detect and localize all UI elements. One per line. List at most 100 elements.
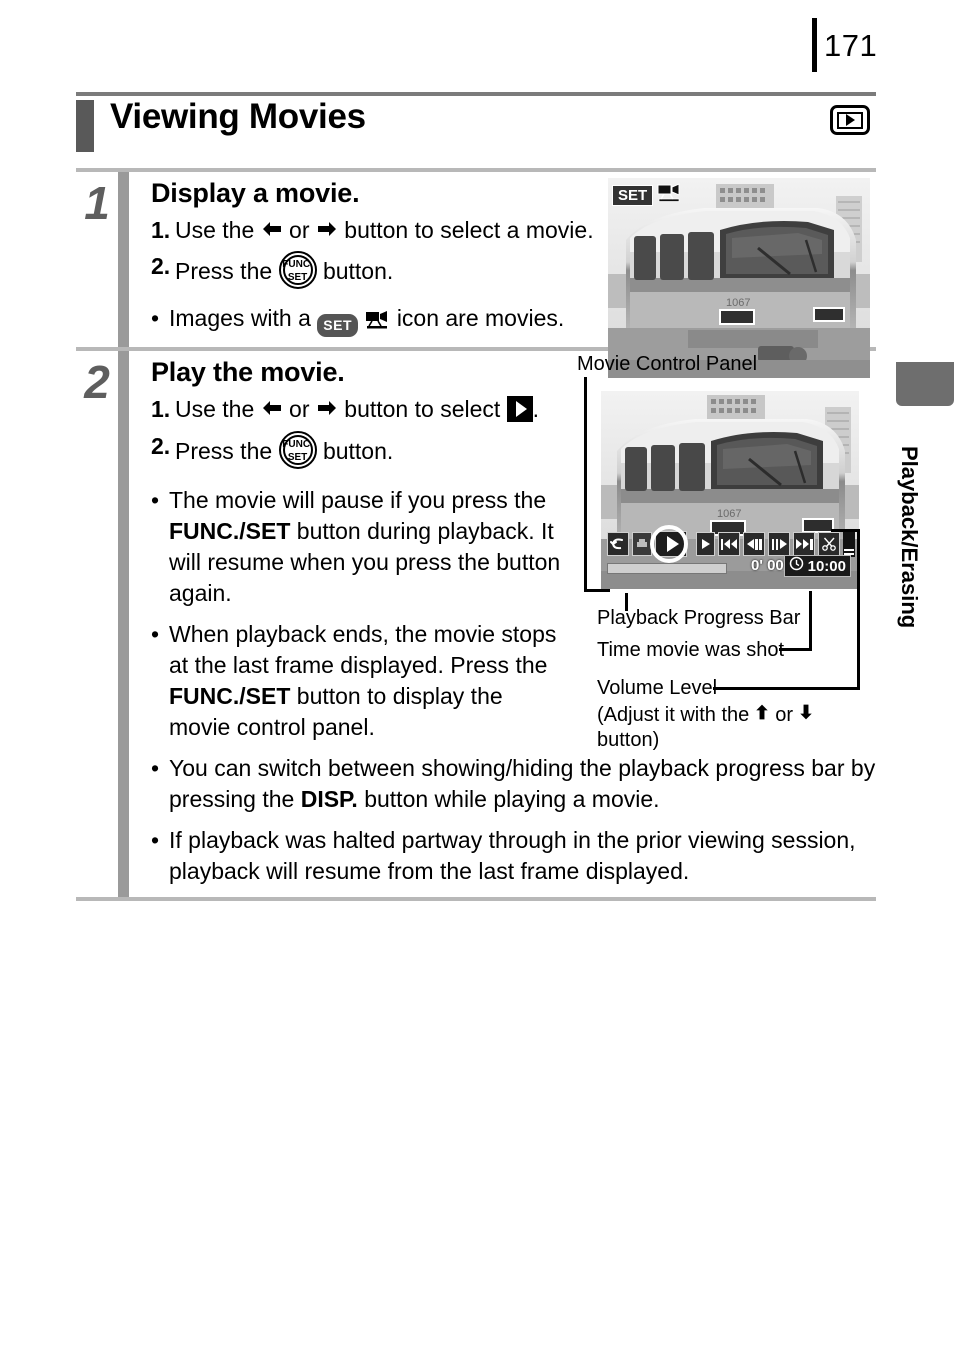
- last-frame-icon[interactable]: [793, 532, 816, 557]
- step-1-instruction-1-number: 1.: [151, 217, 171, 243]
- step-1-instruction-2-text: Press the FUNC. SET button.: [175, 251, 607, 290]
- step-2-bullet-2-bold: FUNC./SET: [169, 682, 291, 709]
- step-2-instruction-1-text: Use the or button to select .: [175, 394, 575, 424]
- figure-caption-movie-control-panel: Movie Control Panel: [577, 353, 758, 376]
- bullet-dot: •: [151, 486, 160, 513]
- step-2-instruction-1-mid: or: [289, 396, 310, 423]
- step-2-instruction-1-post: button to select: [344, 396, 501, 423]
- step-1-instruction-1-pre: Use the: [175, 217, 255, 243]
- leader-line-control-panel: [584, 377, 587, 593]
- first-frame-icon[interactable]: [718, 532, 741, 557]
- bullet-dot: •: [151, 620, 160, 647]
- leader-line-time-shot: [809, 591, 812, 652]
- set-badge-icon: SET: [612, 185, 654, 206]
- exit-icon[interactable]: [607, 532, 630, 557]
- func-set-bottom-label: SET: [287, 272, 308, 284]
- print-icon[interactable]: [632, 532, 653, 557]
- leader-line-control-panel-h: [584, 589, 610, 593]
- step-1-bullet-1-post: icon are movies.: [396, 305, 565, 332]
- set-badge-icon: SET: [317, 314, 359, 338]
- step-2-bullet-4-text: If playback was halted partway through i…: [169, 827, 856, 885]
- step-1-instruction-2-number: 2.: [151, 253, 171, 280]
- bullet-dot: •: [151, 754, 160, 781]
- step-2-bullet-1-bold: FUNC./SET: [169, 517, 291, 544]
- section-heading: Viewing Movies: [76, 97, 876, 154]
- playback-progress-bar[interactable]: [607, 563, 727, 575]
- play-triangle-icon: [845, 114, 855, 126]
- func-set-top-label: FUNC.: [282, 259, 313, 271]
- step-1-number: 1: [84, 177, 110, 229]
- svg-text:1067: 1067: [717, 508, 741, 520]
- step-2-instruction-2-post: button.: [322, 437, 394, 464]
- down-arrow-icon: [797, 703, 815, 727]
- control-panel-screenshot: 1067 0' 00" 10:00: [601, 391, 859, 590]
- callout-time-movie-was-shot: Time movie was shot: [597, 639, 785, 662]
- svg-text:1067: 1067: [726, 297, 750, 309]
- step-1-instruction-2-pre: Press the: [175, 258, 273, 285]
- step-separator-bottom: [76, 897, 876, 902]
- volume-level-icon[interactable]: [843, 531, 856, 558]
- step-2-gutter: [118, 351, 129, 898]
- callout-volume-adjust-or: or: [775, 703, 794, 726]
- leader-line-volume-top: [831, 529, 860, 533]
- step-2-bullet-3: • You can switch between showing/hiding …: [151, 753, 876, 815]
- leader-line-volume: [857, 529, 860, 690]
- step-1-instruction-1-text: Use the or button to select a movie.: [175, 215, 607, 245]
- step-1-body: Display a movie. 1. Use the or button to…: [129, 172, 876, 378]
- step-2-instruction-1-tail: .: [532, 396, 540, 423]
- step-2-instruction-2-text: Press the FUNC. SET button.: [175, 430, 575, 469]
- func-set-button-icon: FUNC. SET: [278, 430, 317, 469]
- page-number-area: 171: [812, 18, 877, 72]
- edit-scissors-icon[interactable]: [818, 532, 841, 557]
- photo-movie-overlay: SET: [612, 182, 682, 209]
- step-1-sample-photo: 1067 SET: [608, 178, 870, 378]
- right-arrow-icon: [316, 397, 338, 419]
- func-set-bottom-label: SET: [287, 451, 308, 463]
- step-2-bullet-4: • If playback was halted partway through…: [151, 825, 876, 887]
- step-2-bullet-1-text: The movie will pause if you press the FU…: [169, 485, 569, 609]
- next-frame-icon[interactable]: [768, 532, 791, 557]
- play-icon[interactable]: [650, 525, 689, 564]
- step-2-instruction-1-number: 1.: [151, 396, 171, 423]
- step-1-bullet-1-pre: Images with a: [169, 305, 311, 332]
- func-set-top-label: FUNC.: [282, 438, 313, 450]
- right-arrow-icon: [316, 218, 338, 240]
- clock-icon: [789, 556, 804, 576]
- step-2-instruction-2-number: 2.: [151, 432, 171, 459]
- step-1-gutter: [118, 172, 129, 348]
- step-2-instruction-2-pre: Press the: [175, 437, 273, 464]
- callout-volume-adjust-b: button): [597, 729, 660, 752]
- step-1-instruction-1-post: button to select a movie.: [344, 217, 594, 243]
- callout-volume-level: Volume Level: [597, 677, 718, 700]
- step-2-body: Play the movie. 1. Use the or button to …: [129, 351, 876, 897]
- slow-motion-icon[interactable]: [696, 532, 716, 557]
- steps-container: 1 Display a movie. 1. Use the or button …: [76, 168, 876, 902]
- bullet-dot: •: [151, 827, 160, 854]
- heading-accent-bar: [76, 100, 94, 152]
- callout-playback-progress-bar: Playback Progress Bar: [597, 607, 801, 630]
- movie-camera-icon: [656, 182, 682, 209]
- step-2-bullet-2-a: When playback ends, the movie stops at t…: [169, 620, 557, 678]
- step-2-bullet-1-a: The movie will pause if you press the: [169, 486, 547, 513]
- step-1-instruction-2-post: button.: [322, 258, 394, 285]
- step-1-bullet-1-text: Images with a SET icon are movies.: [169, 303, 601, 338]
- up-arrow-icon: [753, 703, 771, 727]
- step-2-instruction-1-pre: Use the: [175, 396, 255, 423]
- side-tab-block: [896, 362, 954, 406]
- step-2-bullet-3-b: button while playing a movie.: [357, 786, 660, 813]
- side-tab-label: Playback/Erasing: [897, 445, 922, 629]
- callout-volume-adjust: (Adjust it with the or: [597, 703, 815, 727]
- heading-top-rule: [76, 92, 876, 96]
- side-chapter-tab: Playback/Erasing: [896, 362, 954, 652]
- callout-volume-adjust-a: (Adjust it with the: [597, 703, 750, 726]
- step-2: 2 Play the movie. 1. Use the or button t…: [76, 351, 876, 898]
- playback-mode-icon: [830, 105, 870, 135]
- playback-mode-icon-inner: [837, 111, 863, 129]
- movie-control-bar: [607, 525, 856, 564]
- previous-frame-icon[interactable]: [743, 532, 766, 557]
- page-title: Viewing Movies: [110, 97, 366, 136]
- step-1: 1 Display a movie. 1. Use the or button …: [76, 172, 876, 378]
- play-icon: [506, 396, 533, 423]
- left-arrow-icon: [261, 218, 283, 240]
- shot-time-label: 10:00: [807, 557, 846, 575]
